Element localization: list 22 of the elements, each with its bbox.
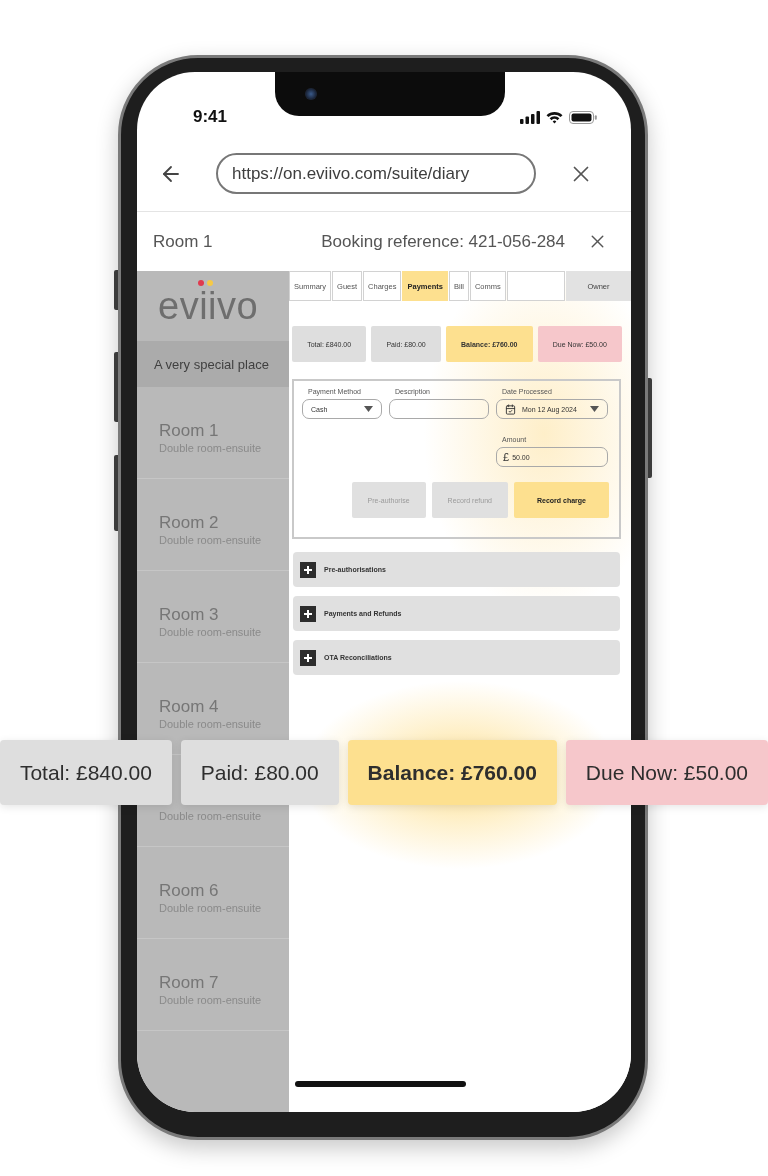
status-time: 9:41 bbox=[193, 108, 228, 126]
url-field[interactable]: https://on.eviivo.com/suite/diary bbox=[216, 153, 536, 194]
logo-text: eviivo bbox=[158, 287, 259, 325]
dot-icon bbox=[207, 280, 213, 286]
room-name: Room 1 bbox=[153, 231, 213, 252]
amount-callout: Due Now: £50.00 bbox=[565, 740, 768, 805]
camera-icon bbox=[305, 88, 317, 100]
battery-icon bbox=[569, 110, 597, 124]
caret-icon bbox=[364, 406, 373, 412]
amount-callout: Paid: £80.00 bbox=[180, 740, 339, 805]
signal-icon bbox=[520, 110, 540, 124]
property-name: A very special place bbox=[137, 341, 289, 387]
caret-icon bbox=[590, 406, 599, 412]
phone-side-key bbox=[114, 270, 118, 310]
dot-icon bbox=[198, 280, 204, 286]
amount-callout: Total: £840.00 bbox=[0, 740, 172, 805]
description-field[interactable] bbox=[389, 399, 489, 419]
wifi-icon bbox=[546, 110, 563, 124]
calendar-icon bbox=[505, 403, 516, 415]
amount-callout: Balance: £760.00 bbox=[347, 740, 557, 805]
booking-reference: Booking reference: 421-056-284 bbox=[321, 231, 565, 252]
phone-side-key bbox=[114, 352, 118, 422]
